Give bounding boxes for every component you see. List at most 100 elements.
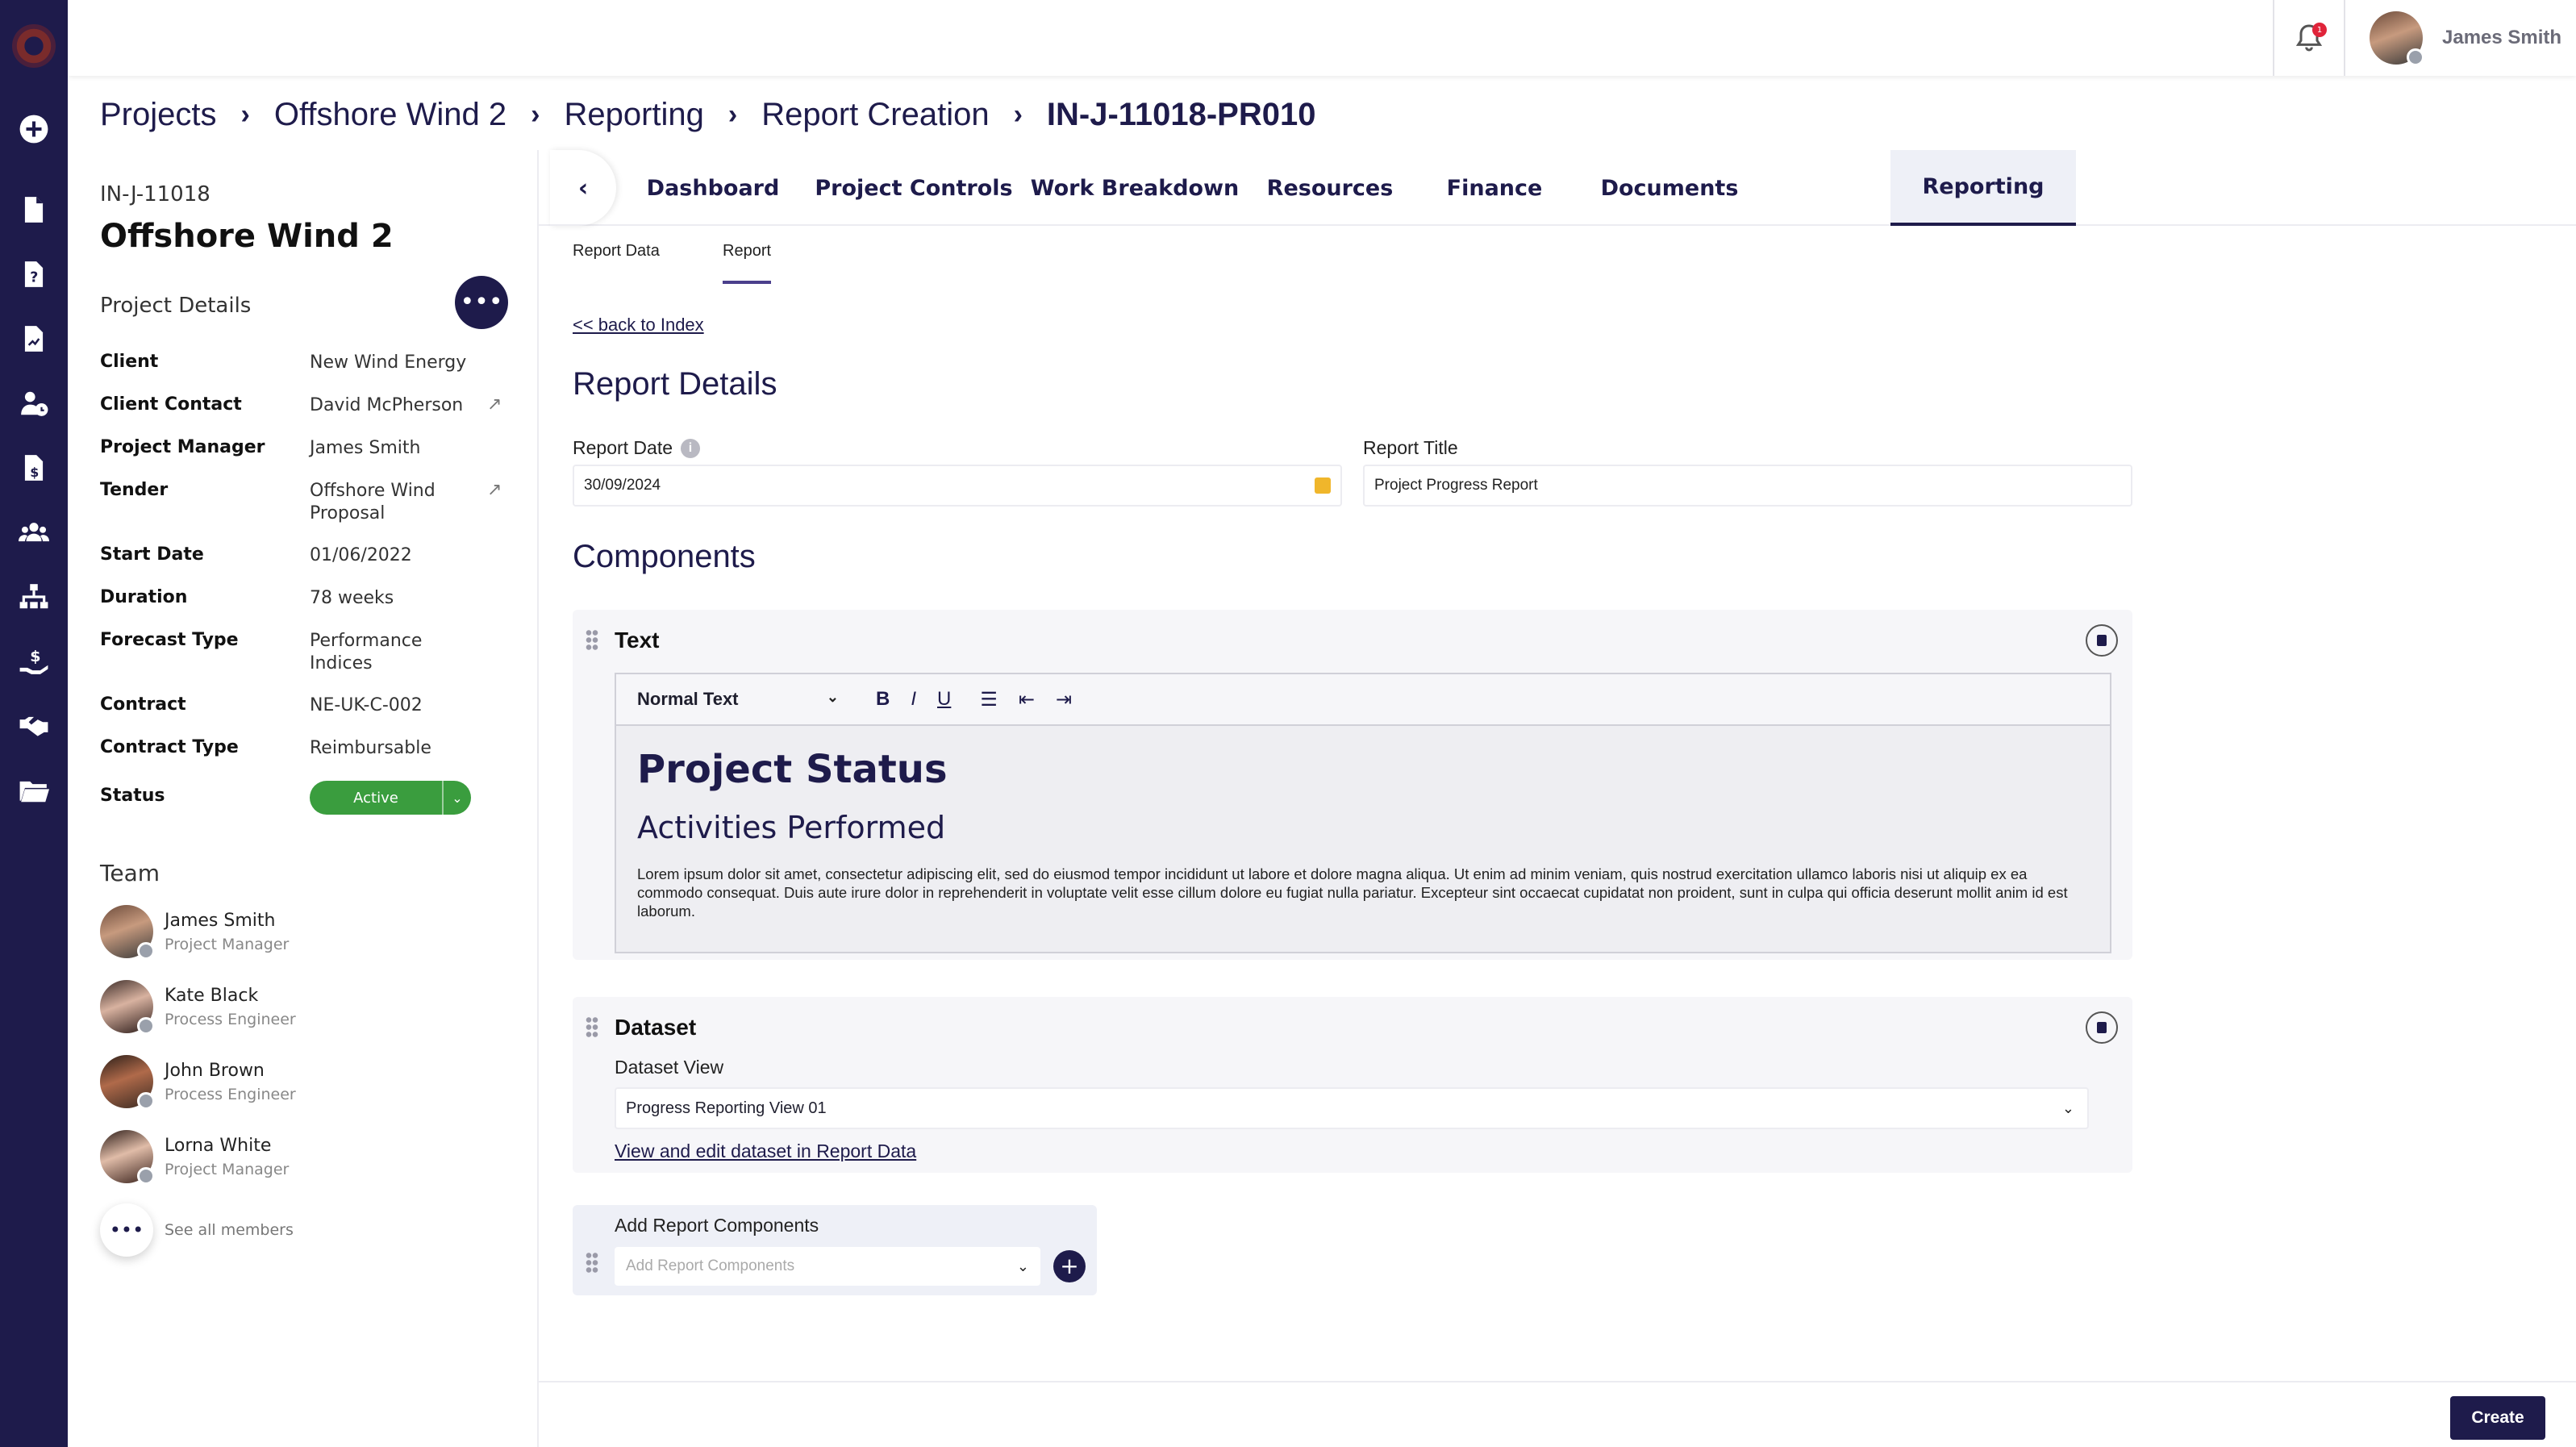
member-name: James Smith — [165, 910, 276, 931]
tab-project-controls[interactable]: Project Controls — [803, 150, 1024, 226]
member-name: Lorna White — [165, 1135, 272, 1156]
report-title-field[interactable]: Project Progress Report — [1363, 465, 2132, 507]
chevron-down-icon: ⌄ — [1016, 1257, 1029, 1274]
project-id: IN-J-11018 — [100, 182, 210, 206]
svg-text:$: $ — [30, 648, 40, 665]
underline-icon[interactable]: U — [937, 688, 951, 711]
drag-handle-icon[interactable] — [586, 1252, 598, 1274]
editor-content[interactable]: Project Status Activities Performed Lore… — [616, 726, 2110, 941]
avatar — [100, 980, 155, 1035]
detail-row-forecast-type: Forecast Type Performance Indices — [100, 630, 519, 675]
handshake-icon[interactable] — [18, 710, 50, 742]
chart-file-icon[interactable] — [18, 323, 50, 355]
detail-key: Client Contact — [100, 394, 242, 415]
breadcrumb-project[interactable]: Offshore Wind 2 — [274, 97, 506, 133]
italic-icon[interactable]: I — [911, 688, 916, 711]
detail-key: Contract Type — [100, 737, 239, 757]
detail-row-project-manager: Project Manager James Smith — [100, 437, 519, 460]
chevron-down-icon: ⌄ — [2061, 1099, 2074, 1116]
drag-handle-icon[interactable] — [586, 629, 598, 652]
detail-value: James Smith — [310, 438, 421, 458]
edit-dataset-link[interactable]: View and edit dataset in Report Data — [615, 1141, 916, 1162]
indent-icon[interactable]: ⇥ — [1056, 688, 1072, 711]
add-component-button[interactable]: + — [1053, 1250, 1086, 1282]
breadcrumb: Projects › Offshore Wind 2 › Reporting ›… — [100, 92, 1315, 137]
tab-documents[interactable]: Documents — [1574, 150, 1765, 226]
team-member[interactable]: John Brown Process Engineer — [100, 1055, 296, 1110]
project-more-button[interactable]: ••• — [455, 276, 508, 329]
hand-money-icon[interactable]: $ — [18, 645, 50, 678]
subtab-report[interactable]: Report — [723, 242, 772, 284]
text-style-select[interactable]: Normal Text ⌄ — [637, 689, 855, 710]
add-icon[interactable] — [18, 113, 50, 145]
drag-handle-icon[interactable] — [586, 1016, 598, 1039]
report-title-label: Report Title — [1363, 437, 1458, 458]
trash-icon[interactable] — [2086, 624, 2118, 657]
file-icon[interactable] — [18, 194, 50, 226]
breadcrumb-separator: › — [1013, 98, 1023, 130]
team-member[interactable]: Kate Black Process Engineer — [100, 980, 296, 1035]
chevron-down-icon: ⌄ — [826, 689, 839, 705]
status-select[interactable]: Active ⌄ — [310, 781, 471, 815]
app-logo[interactable] — [12, 24, 56, 68]
avatar — [2370, 11, 2424, 66]
detail-value: 01/06/2022 — [310, 545, 412, 565]
detail-row-duration: Duration 78 weeks — [100, 587, 519, 610]
member-role: Project Manager — [165, 935, 290, 953]
team-member[interactable]: Lorna White Project Manager — [100, 1130, 289, 1185]
add-components-select[interactable]: Add Report Components ⌄ — [615, 1247, 1040, 1286]
tabs-back-button[interactable]: ‹ — [550, 150, 616, 226]
team-icon[interactable] — [18, 516, 50, 548]
add-components-placeholder: Add Report Components — [626, 1257, 795, 1274]
info-icon[interactable]: i — [681, 438, 701, 458]
member-name: John Brown — [165, 1060, 265, 1081]
detail-value: Offshore Wind Proposal — [310, 481, 436, 523]
tab-finance[interactable]: Finance — [1415, 150, 1574, 226]
editor-heading-1: Project Status — [637, 747, 948, 792]
detail-key: Client — [100, 352, 159, 372]
trash-icon[interactable] — [2086, 1011, 2118, 1044]
tab-resources[interactable]: Resources — [1245, 150, 1415, 226]
detail-value: New Wind Energy — [310, 352, 467, 373]
calendar-icon[interactable] — [1315, 477, 1331, 494]
create-button[interactable]: Create — [2450, 1396, 2545, 1440]
detail-value: Reimbursable — [310, 738, 431, 758]
external-link-icon[interactable]: ↗ — [487, 394, 506, 415]
tab-dashboard[interactable]: Dashboard — [623, 150, 803, 226]
dataset-view-select[interactable]: Progress Reporting View 01 ⌄ — [615, 1087, 2089, 1129]
report-date-field[interactable]: 30/09/2024 — [573, 465, 1342, 507]
bullet-list-icon[interactable]: ☰ — [980, 688, 998, 711]
question-file-icon[interactable]: ? — [18, 258, 50, 290]
components-heading: Components — [573, 539, 756, 574]
tab-reporting[interactable]: Reporting — [1890, 150, 2076, 226]
member-name: Kate Black — [165, 985, 259, 1006]
breadcrumb-reporting[interactable]: Reporting — [564, 97, 703, 133]
tab-work-breakdown[interactable]: Work Breakdown — [1024, 150, 1245, 226]
hierarchy-icon[interactable] — [18, 581, 50, 613]
detail-value: 78 weeks — [310, 588, 394, 608]
add-components-panel: Add Report Components Add Report Compone… — [573, 1205, 1097, 1295]
text-component: Text Normal Text ⌄ B I U ☰ ⇤ ⇥ Project St… — [573, 610, 2132, 960]
rich-text-editor[interactable]: Normal Text ⌄ B I U ☰ ⇤ ⇥ Project Status … — [615, 673, 2111, 953]
folder-icon[interactable] — [18, 774, 50, 807]
team-member[interactable]: James Smith Project Manager — [100, 905, 290, 960]
bold-icon[interactable]: B — [876, 688, 890, 711]
breadcrumb-projects[interactable]: Projects — [100, 97, 217, 133]
invoice-icon[interactable]: $ — [18, 452, 50, 484]
back-to-index-link[interactable]: << back to Index — [573, 315, 704, 336]
user-name: James Smith — [2442, 27, 2562, 48]
detail-row-client-contact: Client Contact David McPherson ↗ — [100, 394, 519, 417]
outdent-icon[interactable]: ⇤ — [1019, 688, 1035, 711]
detail-key: Forecast Type — [100, 630, 239, 650]
external-link-icon[interactable]: ↗ — [487, 480, 506, 500]
notifications-button[interactable]: 1 — [2273, 0, 2345, 76]
breadcrumb-report-creation[interactable]: Report Creation — [761, 97, 989, 133]
report-date-label: Report Date i — [573, 437, 701, 459]
detail-row-tender: Tender Offshore Wind Proposal ↗ — [100, 480, 519, 525]
user-menu[interactable]: James Smith — [2370, 0, 2561, 76]
user-clock-icon[interactable] — [18, 387, 50, 419]
see-all-members-button[interactable]: ••• See all members — [100, 1203, 294, 1257]
editor-paragraph: Lorem ipsum dolor sit amet, consectetur … — [637, 865, 2068, 919]
subtab-report-data[interactable]: Report Data — [573, 242, 660, 284]
report-title-value: Project Progress Report — [1374, 477, 1538, 494]
